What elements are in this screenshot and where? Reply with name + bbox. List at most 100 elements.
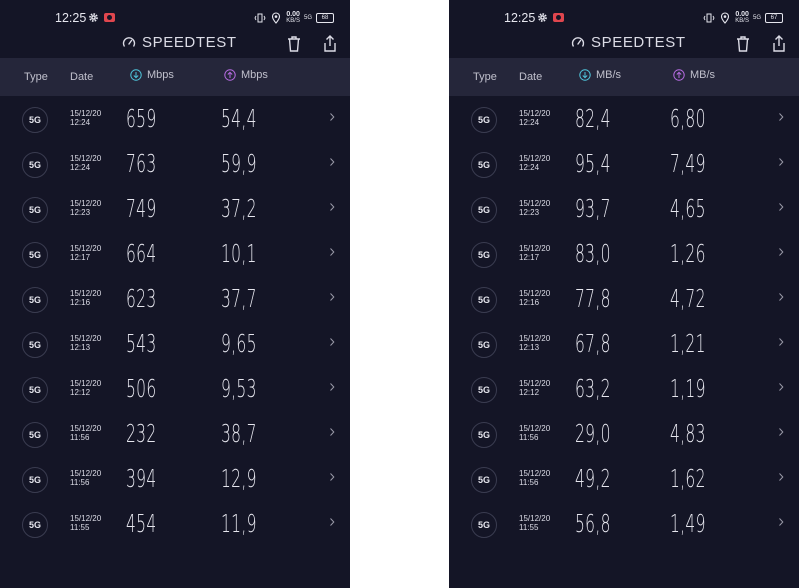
- upload-unit: MB/s: [690, 69, 716, 81]
- result-row[interactable]: 5G 15/12/20 12:24 95,4 7,49: [449, 141, 799, 186]
- chevron-right-icon[interactable]: [777, 517, 785, 527]
- result-row[interactable]: 5G 15/12/20 12:23 749 37,2: [0, 186, 350, 231]
- result-date-day: 15/12/20: [70, 334, 102, 343]
- share-icon[interactable]: [771, 35, 787, 53]
- app-title-text: SPEEDTEST: [142, 34, 237, 51]
- chevron-right-icon[interactable]: [777, 247, 785, 257]
- network-type-badge: 5G: [471, 422, 497, 448]
- result-row[interactable]: 5G 15/12/20 11:56 49,2 1,62: [449, 456, 799, 501]
- chevron-right-icon[interactable]: [328, 427, 336, 437]
- result-date: 15/12/20 12:13: [70, 334, 101, 352]
- chevron-right-icon[interactable]: [328, 382, 336, 392]
- result-row[interactable]: 5G 15/12/20 11:55 56,8 1,49: [449, 501, 799, 546]
- result-date-time: 11:55: [70, 523, 90, 532]
- result-date-time: 11:56: [519, 478, 539, 487]
- result-date: 15/12/20 12:24: [519, 154, 550, 172]
- screen-record-icon: [553, 13, 564, 22]
- result-row[interactable]: 5G 15/12/20 11:56 232 38,7: [0, 411, 350, 456]
- upload-arrow-icon: [673, 69, 685, 81]
- chevron-right-icon[interactable]: [328, 292, 336, 302]
- download-value: 56,8: [575, 509, 611, 538]
- result-row[interactable]: 5G 15/12/20 12:16 623 37,7: [0, 276, 350, 321]
- chevron-right-icon[interactable]: [777, 157, 785, 167]
- chevron-right-icon[interactable]: [328, 112, 336, 122]
- result-date: 15/12/20 11:56: [70, 424, 101, 442]
- network-type-badge: 5G: [22, 332, 48, 358]
- result-row[interactable]: 5G 15/12/20 12:13 67,8 1,21: [449, 321, 799, 366]
- result-row[interactable]: 5G 15/12/20 12:12 506 9,53: [0, 366, 350, 411]
- upload-value: 11,9: [221, 509, 257, 538]
- network-type-badge: 5G: [471, 467, 497, 493]
- chevron-right-icon[interactable]: [328, 202, 336, 212]
- header-upload: MB/s: [673, 69, 715, 81]
- result-date: 15/12/20 11:55: [519, 514, 550, 532]
- result-date-day: 15/12/20: [70, 514, 102, 523]
- result-row[interactable]: 5G 15/12/20 12:24 763 59,9: [0, 141, 350, 186]
- download-arrow-icon: [130, 69, 142, 81]
- result-row[interactable]: 5G 15/12/20 12:24 82,4 6,80: [449, 96, 799, 141]
- result-date-day: 15/12/20: [70, 109, 102, 118]
- header-type: Type: [473, 71, 497, 83]
- result-row[interactable]: 5G 15/12/20 12:13 543 9,65: [0, 321, 350, 366]
- result-date-time: 12:12: [519, 388, 540, 397]
- chevron-right-icon[interactable]: [777, 292, 785, 302]
- chevron-right-icon[interactable]: [777, 202, 785, 212]
- result-date-time: 11:56: [519, 433, 539, 442]
- upload-value: 1,62: [670, 464, 706, 493]
- upload-value: 1,21: [670, 329, 706, 358]
- result-date: 15/12/20 12:16: [519, 289, 550, 307]
- result-date: 15/12/20 12:16: [70, 289, 101, 307]
- result-row[interactable]: 5G 15/12/20 11:56 394 12,9: [0, 456, 350, 501]
- result-row[interactable]: 5G 15/12/20 12:24 659 54,4: [0, 96, 350, 141]
- result-date-day: 15/12/20: [519, 424, 551, 433]
- chevron-right-icon[interactable]: [328, 517, 336, 527]
- network-type-badge: 5G: [471, 332, 497, 358]
- result-date: 15/12/20 12:23: [70, 199, 101, 217]
- chevron-right-icon[interactable]: [777, 337, 785, 347]
- chevron-right-icon[interactable]: [328, 247, 336, 257]
- result-row[interactable]: 5G 15/12/20 12:16 77,8 4,72: [449, 276, 799, 321]
- trash-icon[interactable]: [735, 35, 751, 53]
- trash-icon[interactable]: [286, 35, 302, 53]
- result-row[interactable]: 5G 15/12/20 12:17 83,0 1,26: [449, 231, 799, 276]
- chevron-right-icon[interactable]: [777, 112, 785, 122]
- result-row[interactable]: 5G 15/12/20 11:56 29,0 4,83: [449, 411, 799, 456]
- result-date: 15/12/20 12:24: [519, 109, 550, 127]
- result-row[interactable]: 5G 15/12/20 12:17 664 10,1: [0, 231, 350, 276]
- result-date-time: 12:24: [519, 163, 540, 172]
- result-row[interactable]: 5G 15/12/20 11:55 454 11,9: [0, 501, 350, 546]
- result-date-day: 15/12/20: [519, 244, 551, 253]
- chevron-right-icon[interactable]: [777, 382, 785, 392]
- result-date-day: 15/12/20: [519, 289, 551, 298]
- result-date-time: 12:24: [519, 118, 540, 127]
- header-upload: Mbps: [224, 69, 268, 81]
- result-date-time: 12:13: [519, 343, 540, 352]
- chevron-right-icon[interactable]: [777, 472, 785, 482]
- network-type-badge: 5G: [471, 377, 497, 403]
- chevron-right-icon[interactable]: [328, 157, 336, 167]
- download-value: 749: [126, 194, 157, 223]
- result-date-day: 15/12/20: [70, 379, 102, 388]
- download-arrow-icon: [579, 69, 591, 81]
- screen-record-icon: [104, 13, 115, 22]
- result-date: 15/12/20 12:12: [70, 379, 101, 397]
- column-header: Type Date MB/s MB/s: [449, 58, 799, 96]
- upload-value: 6,80: [670, 104, 706, 133]
- result-row[interactable]: 5G 15/12/20 12:12 63,2 1,19: [449, 366, 799, 411]
- location-icon: [272, 12, 281, 24]
- upload-value: 59,9: [221, 149, 257, 178]
- download-value: 29,0: [575, 419, 611, 448]
- result-date-time: 12:24: [70, 118, 91, 127]
- chevron-right-icon[interactable]: [328, 337, 336, 347]
- download-value: 623: [126, 284, 157, 313]
- result-date: 15/12/20 12:17: [519, 244, 550, 262]
- chevron-right-icon[interactable]: [328, 472, 336, 482]
- result-row[interactable]: 5G 15/12/20 12:23 93,7 4,65: [449, 186, 799, 231]
- network-type-badge: 5G: [471, 152, 497, 178]
- chevron-right-icon[interactable]: [777, 427, 785, 437]
- share-icon[interactable]: [322, 35, 338, 53]
- header-date: Date: [70, 71, 94, 83]
- column-header: Type Date Mbps Mbps: [0, 58, 350, 96]
- network-type-badge: 5G: [22, 152, 48, 178]
- result-date-day: 15/12/20: [519, 154, 551, 163]
